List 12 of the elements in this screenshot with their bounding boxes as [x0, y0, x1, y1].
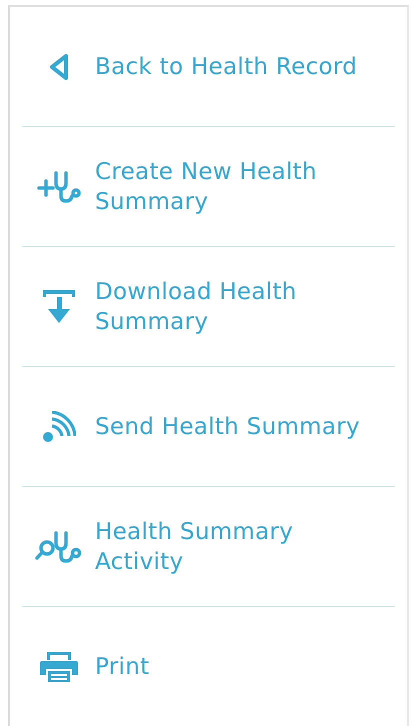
menu-item[interactable]: Back to Health Record: [22, 7, 395, 127]
menu-item[interactable]: Create New Health Summary: [22, 127, 395, 247]
download-icon: [42, 288, 76, 326]
menu-item[interactable]: Health Summary Activity: [22, 487, 395, 607]
menu-item[interactable]: Download Health Summary: [22, 247, 395, 367]
stethoscope-icon: [34, 528, 84, 564]
triangle-icon: [48, 52, 70, 80]
menu-item[interactable]: Send Health Summary: [22, 367, 395, 487]
stethoscope-plus-icon: [36, 168, 82, 204]
menu-item[interactable]: Print: [22, 607, 395, 726]
printer-icon: [38, 650, 78, 682]
signal-icon: [42, 410, 76, 442]
